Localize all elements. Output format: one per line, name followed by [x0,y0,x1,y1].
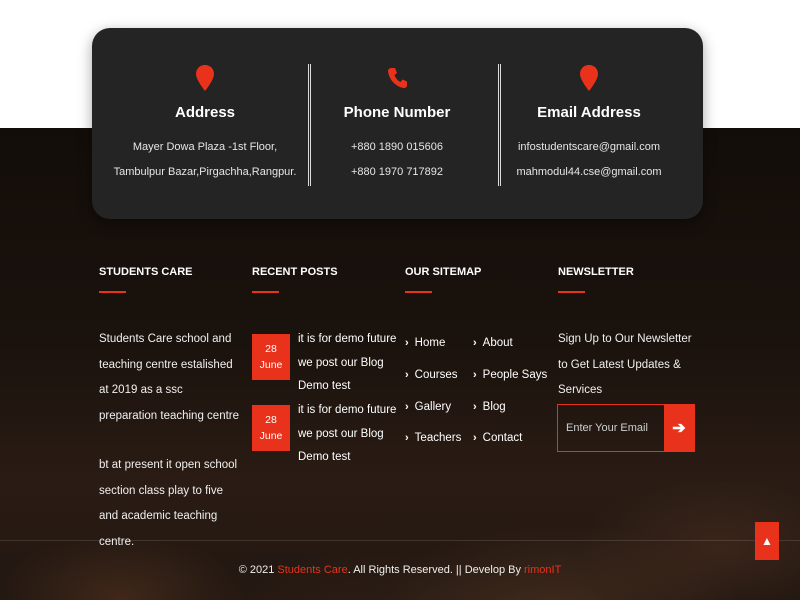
sitemap-link-blog[interactable]: › Blog [473,401,506,413]
copyright-text: © 2021 Students Care. All Rights Reserve… [0,564,800,576]
sitemap-link-label: Blog [482,401,506,413]
newsletter-form: ➔ [557,404,695,452]
heading-underline [99,291,126,293]
phone-line-2[interactable]: +880 1970 717892 [297,160,497,185]
chevron-right-icon: › [405,337,409,349]
sitemap-link-label: Home [414,337,446,349]
email-line-1[interactable]: infostudentscare@gmail.com [489,135,689,160]
newsletter-heading: NEWSLETTER [558,266,634,278]
sitemap-link-label: Gallery [414,401,452,413]
sitemap-link-teachers[interactable]: › Teachers [405,432,461,444]
sitemap-link-label: Contact [482,432,523,444]
post-title-link[interactable]: it is for demo future we post our Blog D… [298,328,408,399]
post-month: June [259,430,283,442]
email-line-2[interactable]: mahmodul44.cse@gmail.com [489,160,689,185]
copyright-prefix: © 2021 [238,564,278,576]
email-block: Email Address infostudentscare@gmail.com… [489,28,689,219]
students-care-heading: STUDENTS CARE [99,266,193,278]
map-pin-icon [580,65,598,91]
post-day: 28 [265,414,277,426]
sitemap-link-label: About [482,337,513,349]
heading-underline [405,291,432,293]
post-date-badge: 28 June [252,334,290,380]
post-month: June [259,359,283,371]
chevron-right-icon: › [405,369,409,381]
email-title: Email Address [537,104,641,121]
post-item[interactable]: 28 June it is for demo future we post ou… [252,328,402,392]
newsletter-submit-button[interactable]: ➔ [664,405,694,451]
sitemap-link-people-says[interactable]: › People Says [473,369,547,381]
sitemap-link-gallery[interactable]: › Gallery [405,401,451,413]
chevron-right-icon: › [473,432,477,444]
newsletter-email-input[interactable] [558,405,664,451]
post-title-link[interactable]: it is for demo future we post our Blog D… [298,399,408,470]
newsletter-text: Sign Up to Our Newsletter to Get Latest … [558,333,692,396]
recent-posts-heading: RECENT POSTS [252,266,338,278]
chevron-right-icon: › [473,401,477,413]
map-pin-icon [196,65,214,91]
scroll-to-top-button[interactable]: ▲ [755,522,779,560]
sitemap-link-label: Teachers [414,432,462,444]
sitemap-column: OUR SITEMAP [405,266,545,293]
address-line-1: Mayer Dowa Plaza -1st Floor, [132,141,278,153]
post-day: 28 [265,343,277,355]
sitemap-link-label: People Says [482,369,548,381]
arrow-right-icon: ➔ [672,420,686,437]
contact-info-card: Address Mayer Dowa Plaza -1st Floor, Tam… [92,28,703,219]
brand-link[interactable]: Students Care [277,564,347,576]
recent-posts-column: RECENT POSTS 28 June it is for demo futu… [252,266,412,463]
address-line-2: Tambulpur Bazar,Pirgachha,Rangpur. [113,166,297,178]
phone-block: Phone Number +880 1890 015606 +880 1970 … [297,28,497,219]
chevron-right-icon: › [405,401,409,413]
phone-line-1[interactable]: +880 1890 015606 [297,135,497,160]
about-paragraph-1: Students Care school and teaching centre… [99,333,240,422]
heading-underline [252,291,279,293]
sitemap-link-contact[interactable]: › Contact [473,432,522,444]
students-care-column: STUDENTS CARE Students Care school and t… [99,266,244,555]
post-item[interactable]: 28 June it is for demo future we post ou… [252,399,402,463]
address-title: Address [174,104,236,121]
chevron-right-icon: › [473,337,477,349]
chevron-up-icon: ▲ [761,534,773,548]
footer-divider [0,540,800,541]
sitemap-link-about[interactable]: › About [473,337,513,349]
sitemap-link-home[interactable]: › Home [405,337,445,349]
heading-underline [558,291,585,293]
newsletter-column: NEWSLETTER Sign Up to Our Newsletter to … [558,266,718,404]
chevron-right-icon: › [405,432,409,444]
phone-icon [388,68,407,88]
post-date-badge: 28 June [252,405,290,451]
address-block: Address Mayer Dowa Plaza -1st Floor, Tam… [105,28,305,219]
developer-link[interactable]: rimonIT [524,564,561,576]
phone-title: Phone Number [343,104,451,121]
chevron-right-icon: › [473,369,477,381]
sitemap-heading: OUR SITEMAP [405,266,482,278]
copyright-middle: . All Rights Reserved. || Develop By [347,564,525,576]
sitemap-link-courses[interactable]: › Courses [405,369,458,381]
sitemap-link-label: Courses [414,369,458,381]
